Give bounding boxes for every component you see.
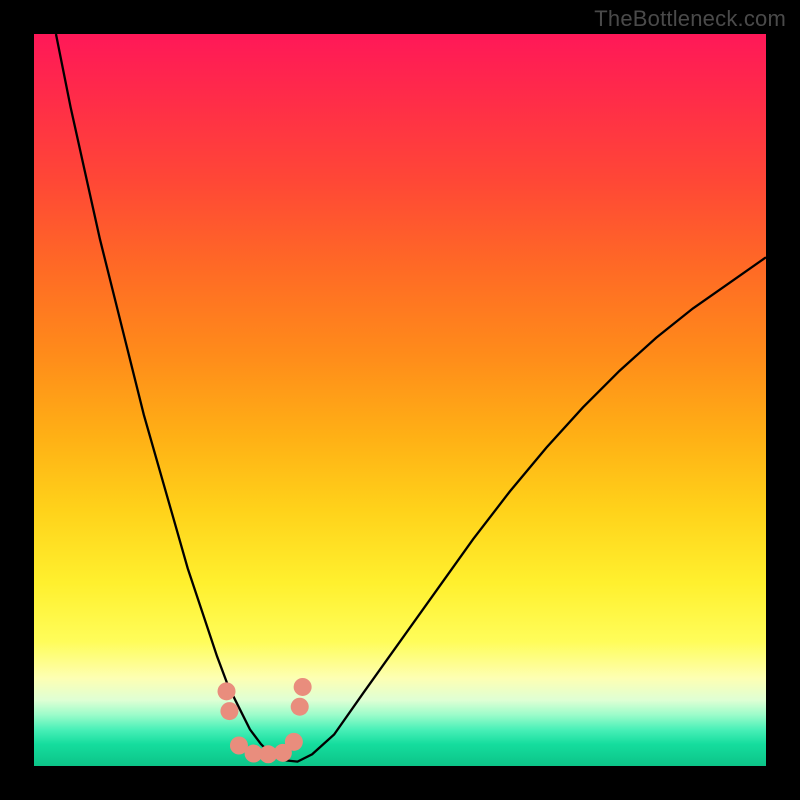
marker-dot [220, 702, 238, 720]
bottleneck-curve-svg [34, 34, 766, 766]
marker-dot [294, 678, 312, 696]
marker-dots [218, 678, 312, 763]
marker-dot [291, 698, 309, 716]
watermark-text: TheBottleneck.com [594, 6, 786, 32]
plot-area [34, 34, 766, 766]
marker-dot [218, 682, 236, 700]
marker-dot [285, 733, 303, 751]
chart-frame: TheBottleneck.com [0, 0, 800, 800]
bottleneck-curve [56, 34, 766, 762]
